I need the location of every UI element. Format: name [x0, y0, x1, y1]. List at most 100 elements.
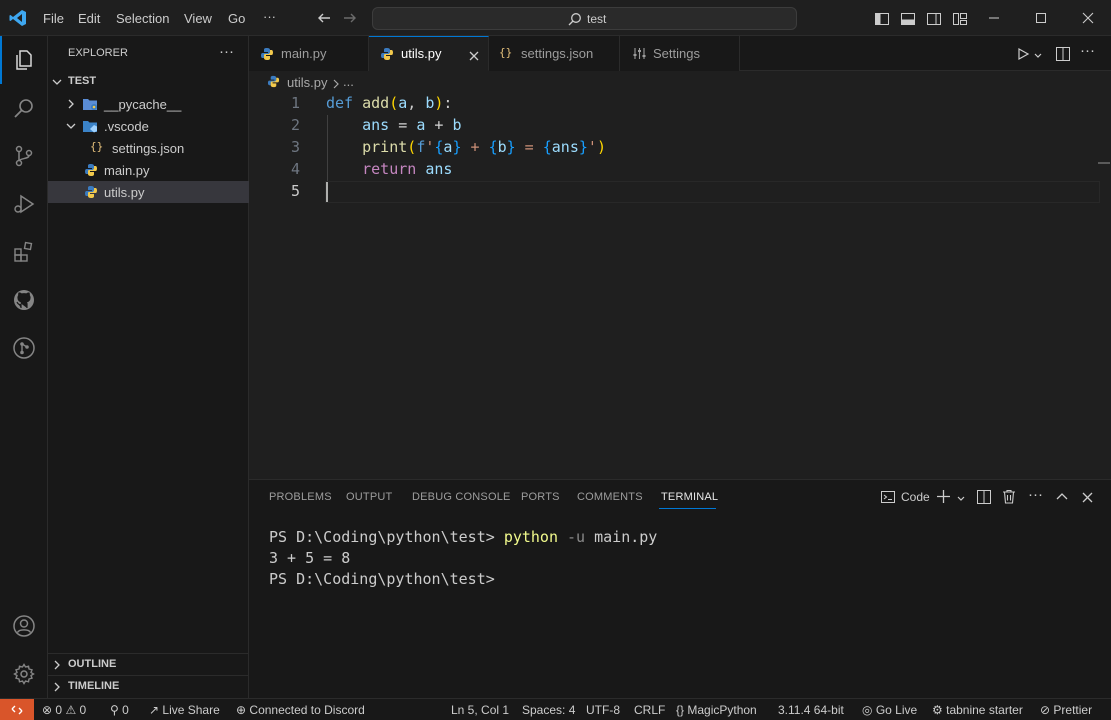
arrow-left-icon[interactable] [316, 10, 332, 29]
timeline-section[interactable]: TIMELINE [48, 675, 249, 697]
git-graph-icon[interactable] [0, 324, 48, 372]
toggle-secondary-sidebar-icon[interactable] [926, 11, 942, 30]
github-icon[interactable] [0, 276, 48, 324]
search-icon [568, 12, 582, 29]
tree-item-vscode[interactable]: .vscode [48, 115, 249, 137]
tab-debug-console[interactable]: DEBUG CONSOLE [412, 491, 511, 503]
activity-bar [0, 36, 48, 698]
sidebar-more-actions-icon[interactable]: ··· [219, 43, 234, 60]
maximize-panel-chevron-up-icon[interactable] [1055, 490, 1069, 507]
python-file-icon [267, 75, 280, 91]
settings-gear-icon[interactable] [0, 650, 48, 698]
code-editor[interactable]: 1 2 3 4 5 def add(a, b): ans = a + b pri… [249, 93, 1111, 479]
menu-go[interactable]: Go [228, 11, 245, 26]
maximize-icon[interactable] [1035, 12, 1047, 27]
tabnine-status[interactable]: ⚙ tabnine starter [932, 703, 1023, 717]
folder-vscode-icon [82, 119, 98, 136]
code-line: return ans [362, 160, 453, 178]
minimize-icon[interactable] [988, 12, 1000, 27]
tab-utils-py[interactable]: utils.py [369, 36, 489, 71]
close-tab-icon[interactable] [469, 49, 479, 64]
menu-selection[interactable]: Selection [116, 11, 169, 26]
line-number: 5 [290, 182, 300, 200]
new-terminal-plus-icon[interactable] [936, 489, 951, 507]
run-python-icon[interactable] [1016, 47, 1030, 64]
tab-problems[interactable]: PROBLEMS [269, 491, 332, 503]
terminal-dropdown-chevron-icon[interactable] [956, 492, 966, 507]
split-editor-icon[interactable] [1055, 46, 1071, 65]
tree-item-label: __pycache__ [104, 97, 182, 112]
command-center-search[interactable]: test [372, 7, 797, 30]
discord-label: Connected to Discord [249, 703, 365, 717]
code-line: print(f'{a} + {b} = {ans}') [362, 138, 606, 156]
run-debug-icon[interactable] [0, 180, 48, 228]
explorer-sidebar: EXPLORER ··· TEST __pycache__ .vscode {}… [48, 36, 249, 698]
warning-icon: ⚠ [65, 703, 77, 717]
split-terminal-icon[interactable] [977, 490, 991, 507]
tab-comments[interactable]: COMMENTS [577, 491, 643, 503]
terminal-name[interactable]: Code [901, 490, 930, 504]
kill-terminal-trash-icon[interactable] [1002, 489, 1016, 507]
menu-more[interactable]: ··· [263, 9, 276, 24]
tab-main-py[interactable]: main.py [249, 36, 369, 71]
toggle-panel-icon[interactable] [900, 11, 916, 30]
tree-item-settings-json[interactable]: {} settings.json [48, 137, 249, 159]
tree-item-main-py[interactable]: main.py [48, 159, 249, 181]
extensions-icon[interactable] [0, 228, 48, 276]
panel-more-actions-icon[interactable]: ··· [1028, 486, 1043, 503]
tab-label: utils.py [401, 46, 442, 61]
close-panel-icon[interactable] [1082, 491, 1093, 506]
toggle-primary-sidebar-icon[interactable] [874, 11, 890, 30]
close-window-icon[interactable] [1082, 12, 1094, 27]
live-share-status[interactable]: ↗ Live Share [149, 703, 220, 717]
warning-count: 0 [79, 703, 87, 717]
menu-file[interactable]: File [43, 11, 64, 26]
language-mode[interactable]: {} MagicPython [676, 703, 757, 717]
encoding[interactable]: UTF-8 [586, 703, 620, 717]
run-dropdown-chevron-icon[interactable] [1033, 49, 1043, 64]
arrow-right-icon[interactable] [342, 10, 358, 29]
cursor-position[interactable]: Ln 5, Col 1 [451, 703, 509, 717]
tab-settings-json[interactable]: {} settings.json [489, 36, 620, 71]
prettier-icon: ⊘ [1040, 703, 1051, 717]
line-endings[interactable]: CRLF [634, 703, 665, 717]
status-bar: ⊗ 0 ⚠ 0 ⚲ 0 ↗ Live Share ⊕ Connected to … [0, 698, 1111, 720]
customize-layout-icon[interactable] [952, 11, 968, 30]
sidebar-title: EXPLORER [68, 47, 128, 59]
live-share-icon: ↗ [149, 703, 160, 717]
editor-tabs: main.py utils.py {} settings.json Settin… [249, 36, 1111, 71]
terminal-prompt-icon [881, 490, 895, 507]
problems-status[interactable]: ⊗ 0 ⚠ 0 [42, 703, 86, 717]
tree-item-utils-py[interactable]: utils.py [48, 181, 249, 203]
menu-view[interactable]: View [184, 11, 212, 26]
folder-root[interactable]: TEST [48, 71, 249, 93]
breadcrumb-file[interactable]: utils.py [287, 75, 327, 90]
timeline-label: TIMELINE [68, 680, 120, 692]
tab-output[interactable]: OUTPUT [346, 491, 392, 503]
ports-status[interactable]: ⚲ 0 [110, 703, 129, 717]
go-live-status[interactable]: ◎ Go Live [862, 703, 917, 717]
json-file-icon: {} [499, 46, 513, 59]
source-control-icon[interactable] [0, 132, 48, 180]
code-line: def add(a, b): [326, 94, 453, 112]
prettier-status[interactable]: ⊘ Prettier [1040, 703, 1092, 717]
menu-edit[interactable]: Edit [78, 11, 100, 26]
breadcrumb-symbol[interactable]: ... [343, 74, 354, 89]
ports-count: 0 [122, 703, 129, 717]
indentation[interactable]: Spaces: 4 [522, 703, 575, 717]
outline-section[interactable]: OUTLINE [48, 653, 249, 675]
line-number: 3 [290, 138, 300, 156]
search-view-icon[interactable] [0, 84, 48, 132]
tree-item-pycache[interactable]: __pycache__ [48, 93, 249, 115]
accounts-icon[interactable] [0, 602, 48, 650]
tab-settings[interactable]: Settings [620, 36, 740, 71]
tab-terminal[interactable]: TERMINAL [661, 491, 718, 503]
editor-more-actions-icon[interactable]: ··· [1080, 42, 1095, 59]
discord-status[interactable]: ⊕ Connected to Discord [236, 703, 365, 717]
terminal-flag: -u [567, 528, 586, 546]
remote-indicator-icon[interactable] [0, 699, 34, 720]
explorer-icon[interactable] [0, 36, 48, 84]
tab-ports[interactable]: PORTS [521, 491, 560, 503]
python-file-icon [84, 185, 98, 202]
python-interpreter[interactable]: 3.11.4 64-bit [778, 703, 844, 717]
